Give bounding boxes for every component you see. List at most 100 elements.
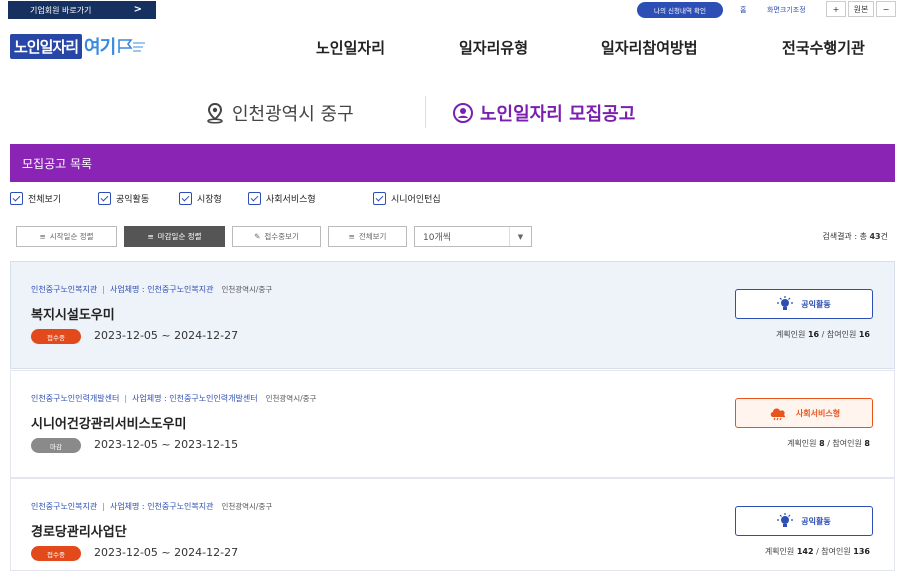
show-all-button[interactable]: ≡ 전체보기 [328,226,407,247]
participant-label: / 참여인원 [821,330,857,339]
participant-count: 8 [864,439,870,448]
participant-label: / 참여인원 [816,547,851,556]
posting-card[interactable]: 인천중구노인복지관 | 사업체명 : 인천중구노인복지관 인천광역시/중구 복지시설도… [10,261,895,369]
list-icon: ≡ [39,232,46,241]
sort-label: 전체보기 [358,232,387,241]
result-prefix: 검색결과 : 총 [822,232,867,241]
sort-label: 마감일순 정렬 [157,232,202,241]
nav-how-to-join[interactable]: 일자리참여방법 [601,37,698,58]
list-icon: ≡ [348,232,355,241]
corporate-member-link[interactable]: 기업회원 바로가기 > [8,1,156,19]
page-title-block: 노인일자리 모집공고 [452,100,635,126]
meta-separator: | [102,285,105,294]
posting-title[interactable]: 복지시설도우미 [31,304,115,323]
list-icon: ≡ [147,232,154,241]
posting-counts: 계획인원 16 / 참여인원 16 [776,329,870,340]
nav-job-types[interactable]: 일자리유형 [459,37,528,58]
plan-label: 계획인원 [775,330,806,339]
status-badge-open: 접수중 [31,329,81,344]
lightbulb-icon [777,296,794,312]
posting-card[interactable]: 인천중구노인복지관 | 사업체명 : 인천중구노인복지관 인천광역시/중구 경로당관리… [10,478,895,571]
type-badge-social-service: 사회서비스형 [735,398,873,428]
posting-org: 인천중구노인복지관 [31,285,98,294]
posting-meta: 인천중구노인복지관 | 사업체명 : 인천중구노인복지관 인천광역시/중구 [31,501,272,512]
zoom-label: 화면크기조정 [767,6,806,14]
posting-biz-name: 인천중구노인복지관 [147,502,214,511]
plan-count: 16 [807,330,820,339]
filter-label: 시장형 [197,195,222,205]
filter-all[interactable]: 전체보기 [10,192,61,205]
logo-text-secondary: 여기 [84,37,116,58]
sort-deadline-button[interactable]: ≡ 마감일순 정렬 [124,226,225,247]
nav-senior-jobs[interactable]: 노인일자리 [316,37,385,58]
region-selector[interactable]: 인천광역시 중구 [204,100,354,126]
sort-start-date-button[interactable]: ≡ 시작일순 정렬 [16,226,117,247]
result-number: 43 [869,232,881,241]
posting-counts: 계획인원 8 / 참여인원 8 [787,438,870,449]
plan-label: 계획인원 [764,547,795,556]
region-label: 인천광역시 중구 [232,104,354,125]
status-badge-open: 접수중 [31,546,81,561]
corporate-member-link-label: 기업회원 바로가기 [30,5,92,15]
filter-label: 전체보기 [28,195,62,205]
filter-senior-intern[interactable]: 시니어인턴십 [373,192,441,205]
checkbox-checked-icon [373,192,386,205]
plan-count: 8 [819,439,825,448]
posting-org: 인천중구노인복지관 [31,502,98,511]
plan-label: 계획인원 [787,439,817,448]
posting-biz-prefix: 사업체명 : [132,394,167,403]
posting-org: 인천중구노인인력개발센터 [31,394,120,403]
posting-meta: 인천중구노인복지관 | 사업체명 : 인천중구노인복지관 인천광역시/중구 [31,284,272,295]
logo-flag-icon [118,39,146,53]
sort-label: 시작일순 정렬 [49,232,94,241]
meta-separator: | [124,394,128,403]
pencil-icon: ✎ [254,232,261,241]
posting-dates: 2023-12-05 ~ 2023-12-15 [94,438,239,451]
page-size-select[interactable]: 10개씩 ▼ [414,226,532,247]
posting-title[interactable]: 경로당관리사업단 [31,521,127,540]
lightbulb-icon [777,513,794,529]
zoom-reset-button[interactable]: 원본 [848,1,874,17]
posting-card[interactable]: 인천중구노인인력개발센터 | 사업체명 : 인천중구노인인력개발센터 인천광역시/중구… [10,370,895,478]
type-badge-public: 공익활동 [735,506,873,536]
plan-count: 142 [796,547,814,556]
location-pin-icon [207,102,223,124]
zoom-out-button[interactable]: − [876,1,896,17]
posting-dates: 2023-12-05 ~ 2024-12-27 [94,329,239,342]
chevron-right-icon: > [133,4,142,15]
posting-biz-prefix: 사업체명 : [109,502,145,511]
cloud-icon [768,405,788,421]
page-title: 노인일자리 모집공고 [480,104,636,125]
chevron-down-icon: ▼ [509,227,531,246]
list-header: 모집공고 목록 [10,144,895,182]
posting-title[interactable]: 시니어건강관리서비스도우미 [31,413,186,432]
filter-social-service[interactable]: 사회서비스형 [248,192,316,205]
meta-separator: | [102,502,105,511]
posting-meta: 인천중구노인인력개발센터 | 사업체명 : 인천중구노인인력개발센터 인천광역시/중구 [31,393,316,404]
nav-agencies[interactable]: 전국수행기관 [782,37,865,58]
user-circle-icon [453,103,473,123]
type-badge-label: 공익활동 [801,516,831,526]
apply-history-button[interactable]: 나의 신청내역 확인 [637,2,723,18]
participant-count: 16 [858,330,870,339]
filter-market[interactable]: 시장형 [179,192,222,205]
filter-public[interactable]: 공익활동 [98,192,149,205]
status-badge-closed: 마감 [31,438,81,453]
utility-bar: 기업회원 바로가기 > 나의 신청내역 확인 홈 화면크기조정 + 원본 − [0,0,906,21]
logo-text-primary: 노인일자리 [10,33,83,59]
type-badge-label: 공익활동 [801,299,831,309]
filter-label: 공익활동 [116,195,150,205]
checkbox-checked-icon [179,192,192,205]
type-badge-public: 공익활동 [735,289,873,319]
participant-count: 136 [853,547,870,556]
participant-label: / 참여인원 [827,439,862,448]
filter-label: 사회서비스형 [266,195,316,205]
show-open-button[interactable]: ✎ 접수중보기 [232,226,321,247]
zoom-in-button[interactable]: + [826,1,846,17]
checkbox-checked-icon [10,192,23,205]
filter-label: 시니어인턴십 [391,195,441,205]
home-link[interactable]: 홈 [740,5,746,15]
posting-location: 인천광역시/중구 [221,285,273,294]
site-logo[interactable]: 노인일자리 여기 [10,33,147,59]
posting-biz-name: 인천중구노인인력개발센터 [169,394,258,403]
